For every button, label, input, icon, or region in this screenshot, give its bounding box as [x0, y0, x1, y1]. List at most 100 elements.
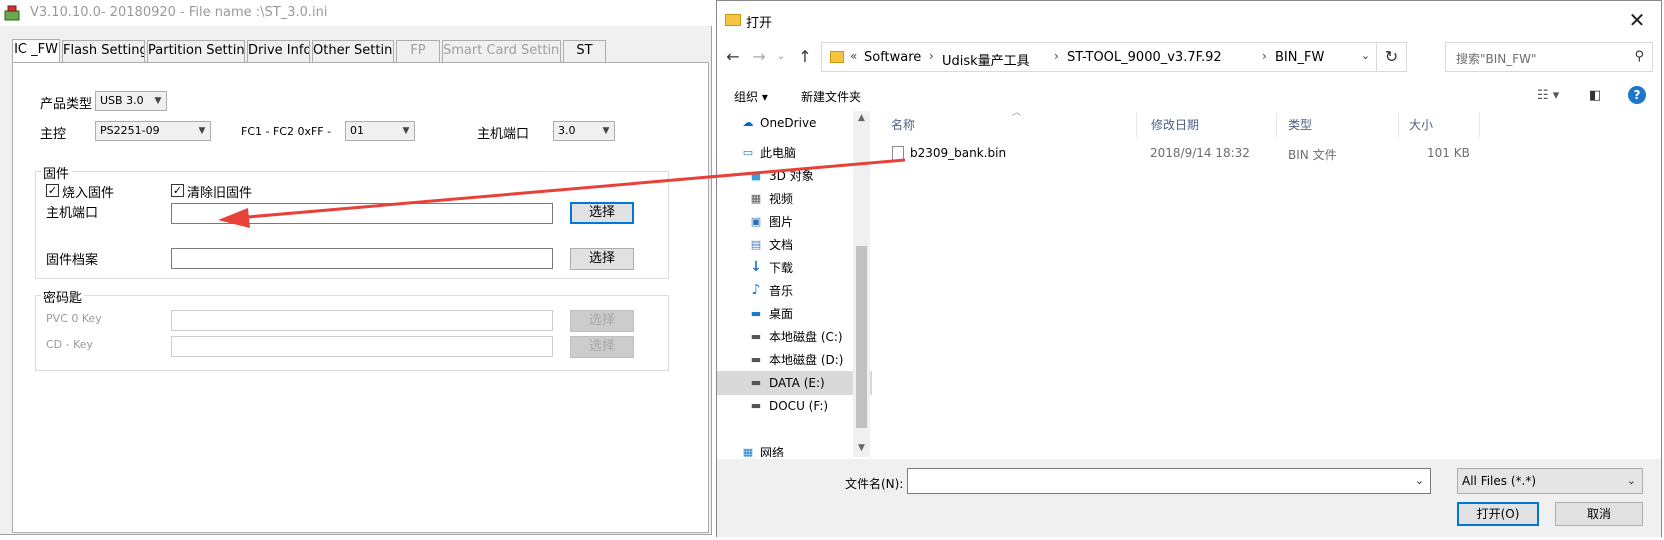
folder-icon [725, 14, 741, 26]
breadcrumb-software[interactable]: Software [864, 50, 921, 65]
search-box[interactable]: 搜索"BIN_FW" ⚲ [1445, 42, 1653, 72]
tab-fp: FP [396, 40, 440, 62]
column-type[interactable]: 类型 [1284, 113, 1399, 137]
nav-item-onedrive[interactable]: ☁ OneDrive [717, 111, 872, 135]
nav-item-documents[interactable]: ▤ 文档 [717, 233, 872, 257]
nav-item-pictures[interactable]: ▣ 图片 [717, 210, 872, 234]
controller-select[interactable]: PS2251-09 ▼ [95, 121, 211, 141]
cancel-button[interactable]: 取消 [1555, 502, 1643, 526]
help-icon[interactable]: ? [1628, 86, 1646, 104]
ic-fw-panel: 产品类型 USB 3.0 ▼ 主控 PS2251-09 ▼ FC1 - FC2 … [12, 62, 709, 533]
breadcrumb-udisk[interactable]: Udisk量产工具 [942, 50, 1030, 69]
host-port-select[interactable]: 3.0 ▼ [553, 121, 615, 141]
up-arrow-icon[interactable]: ↑ [795, 46, 815, 68]
nav-item-this-pc[interactable]: ▭ 此电脑 [717, 141, 872, 165]
navigation-pane: ☁ OneDrive ▭ 此电脑 ■ 3D 对象 ▦ 视频 ▣ 图片 ▤ 文档 … [717, 111, 872, 457]
scroll-up-icon[interactable]: ▲ [853, 113, 870, 123]
firmware-group-title: 固件 [41, 163, 72, 182]
dialog-title-bar: 打开 ✕ [717, 1, 1661, 39]
view-options-icon[interactable]: ☷ ▾ [1537, 88, 1559, 103]
key-group: 密码匙 PVC 0 Key 选择 CD - Key 选择 [35, 287, 669, 371]
nav-item-label: 视频 [769, 192, 794, 206]
close-icon[interactable]: ✕ [1625, 8, 1649, 32]
tab-ic-fw[interactable]: IC _FW [12, 39, 60, 63]
filter-value: All Files (*.*) [1462, 474, 1537, 488]
file-size: 101 KB [1427, 146, 1470, 160]
forward-arrow-icon[interactable]: → [749, 46, 769, 68]
network-icon: ▦ [742, 446, 754, 457]
tab-other-setting[interactable]: Other Setting [312, 40, 394, 62]
nav-item-label: 下载 [769, 261, 794, 275]
file-type-filter[interactable]: All Files (*.*) ⌄ [1457, 468, 1643, 494]
nav-item-desktop[interactable]: ▬ 桌面 [717, 302, 872, 326]
nav-scrollbar[interactable]: ▲ ▼ [853, 111, 870, 457]
firmware-group: 固件 ✓ 烧入固件 ✓ 清除旧固件 主机端口 选择 固件档案 选择 [35, 163, 669, 279]
tab-flash-setting[interactable]: Flash Setting [62, 40, 145, 62]
cd-key-input [171, 336, 553, 357]
tab-drive-info[interactable]: Drive Info [247, 40, 310, 62]
fw-host-port-input[interactable] [171, 203, 553, 224]
column-modified[interactable]: 修改日期 [1147, 113, 1277, 137]
search-input[interactable]: 搜索"BIN_FW" [1456, 50, 1537, 67]
clear-fw-checkbox[interactable]: ✓ [171, 184, 184, 197]
refresh-icon[interactable]: ↻ [1377, 42, 1407, 72]
breadcrumb-overflow[interactable]: « [850, 49, 857, 63]
nav-item-data-e[interactable]: ▬ DATA (E:) [717, 371, 872, 395]
host-port-value: 3.0 [558, 124, 576, 137]
clear-fw-label: 清除旧固件 [187, 186, 253, 201]
nav-item-label: 音乐 [769, 284, 794, 298]
tab-partition-setting[interactable]: Partition Setting [147, 40, 245, 62]
nav-item-label: 此电脑 [760, 146, 797, 160]
fc-value: 01 [350, 124, 364, 137]
product-type-label: 产品类型 [40, 97, 93, 112]
nav-item-downloads[interactable]: ↓ 下载 [717, 256, 872, 280]
filename-input[interactable]: ⌄ [907, 468, 1431, 494]
product-type-value: USB 3.0 [100, 94, 144, 107]
nav-item-local-disk-c[interactable]: ▬ 本地磁盘 (C:) [717, 325, 872, 349]
breadcrumb-st-tool[interactable]: ST-TOOL_9000_v3.7F.92 [1067, 50, 1222, 65]
search-icon: ⚲ [1634, 49, 1644, 64]
chevron-down-icon[interactable]: ⌄ [1415, 474, 1424, 487]
nav-item-label: DOCU (F:) [769, 399, 829, 413]
product-type-select[interactable]: USB 3.0 ▼ [95, 91, 167, 111]
host-port-label: 主机端口 [477, 127, 530, 142]
nav-item-music[interactable]: ♪ 音乐 [717, 279, 872, 303]
nav-item-network[interactable]: ▦ 网络 [717, 441, 872, 457]
select-host-port-button[interactable]: 选择 [570, 202, 634, 224]
scrollbar-thumb[interactable] [856, 246, 867, 428]
tab-st[interactable]: ST [563, 40, 606, 62]
nav-item-local-disk-d[interactable]: ▬ 本地磁盘 (D:) [717, 348, 872, 372]
download-icon: ↓ [750, 259, 762, 275]
film-icon: ▦ [750, 192, 762, 205]
column-name[interactable]: 名称 [887, 113, 1137, 137]
nav-item-label: DATA (E:) [769, 376, 825, 390]
fc-label: FC1 - FC2 0xFF - [241, 125, 332, 138]
nav-item-3d-objects[interactable]: ■ 3D 对象 [717, 164, 872, 188]
open-button[interactable]: 打开(O) [1457, 502, 1539, 526]
recent-chevron-icon[interactable]: ⌄ [771, 46, 791, 68]
controller-label: 主控 [40, 127, 67, 142]
fc-select[interactable]: 01 ▼ [345, 121, 415, 141]
new-folder-button[interactable]: 新建文件夹 [801, 88, 861, 105]
breadcrumb-bin-fw[interactable]: BIN_FW [1275, 50, 1324, 65]
drive-f-icon: ▬ [750, 399, 762, 412]
address-bar[interactable]: « Software › Udisk量产工具 › ST-TOOL_9000_v3… [821, 42, 1377, 72]
select-fw-file-button[interactable]: 选择 [570, 248, 634, 270]
chevron-down-icon[interactable]: ⌄ [1361, 49, 1370, 62]
organize-menu[interactable]: 组织 ▾ [734, 88, 768, 105]
file-row[interactable]: b2309_bank.bin 2018/9/14 18:32 BIN 文件 10… [882, 143, 1482, 165]
fw-file-input[interactable] [171, 248, 553, 269]
chevron-down-icon: ▼ [198, 126, 206, 136]
dialog-footer: 文件名(N): ⌄ All Files (*.*) ⌄ 打开(O) 取消 [717, 459, 1661, 537]
burn-fw-checkbox[interactable]: ✓ [46, 184, 59, 197]
nav-item-label: 3D 对象 [769, 169, 814, 183]
nav-item-videos[interactable]: ▦ 视频 [717, 187, 872, 211]
scroll-down-icon[interactable]: ▼ [853, 443, 870, 453]
tab-smart-card-setting: Smart Card Setting [442, 40, 561, 62]
dialog-title: 打开 [746, 16, 773, 31]
nav-item-docu-f[interactable]: ▬ DOCU (F:) [717, 394, 872, 418]
preview-pane-icon[interactable]: ◧ [1589, 88, 1601, 103]
column-size[interactable]: 大小 [1405, 113, 1480, 137]
app-window: V3.10.10.0- 20180920 - File name :\ST_3.… [0, 0, 712, 535]
back-arrow-icon[interactable]: ← [723, 46, 743, 68]
